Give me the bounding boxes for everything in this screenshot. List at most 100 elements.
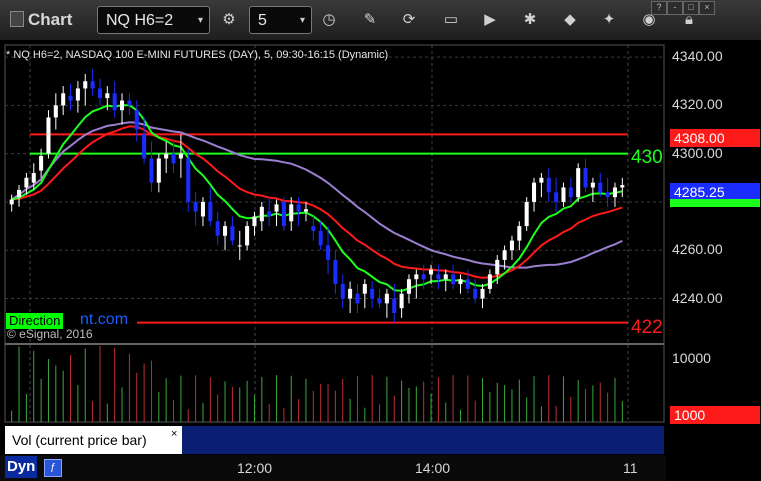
candle-body: [443, 274, 448, 280]
candle-body: [399, 293, 404, 309]
candle-body: [311, 226, 316, 231]
candle-body: [134, 110, 139, 130]
candle-body: [252, 216, 257, 227]
volume-label: Vol (current price bar): [5, 426, 182, 454]
candle-body: [105, 93, 110, 99]
candle-body: [237, 245, 242, 247]
green-line-label: 430: [631, 147, 663, 168]
volume-bars: [11, 346, 623, 422]
candle-body: [370, 288, 375, 299]
candle-body: [296, 204, 301, 212]
candle-body: [53, 105, 58, 118]
candle-body: [267, 211, 272, 217]
candle-body: [605, 192, 610, 198]
candle-body: [598, 182, 603, 193]
candle-body: [377, 298, 382, 304]
time-axis: [0, 455, 666, 481]
candle-body: [200, 201, 205, 217]
candle-body: [230, 226, 235, 241]
y-axis-label: 4340.00: [672, 48, 723, 65]
candle-body: [281, 201, 286, 227]
candle-body: [68, 95, 73, 101]
time-label-1200: 12:00: [237, 460, 273, 476]
candle-body: [156, 158, 161, 183]
candle-body: [392, 298, 397, 314]
candle-body: [495, 259, 500, 275]
chart-header: * NQ H6=2, NASDAQ 100 E-MINI FUTURES (DA…: [6, 49, 389, 61]
candle-body: [83, 81, 88, 89]
plot-frame: [4, 44, 665, 423]
moving-average-fast: [11, 104, 623, 292]
candle-body: [289, 204, 294, 222]
candle-body: [487, 274, 492, 289]
candle-body: [215, 221, 220, 236]
candle-body: [333, 259, 338, 285]
candle-body: [340, 284, 345, 299]
candle-body: [421, 274, 426, 280]
candle-body: [384, 293, 389, 304]
candle-body: [39, 156, 44, 171]
price-chart[interactable]: [0, 0, 761, 481]
candle-body: [612, 187, 617, 198]
candle-body: [414, 274, 419, 280]
candle-body: [509, 240, 514, 251]
volume-y-label: 10000: [672, 350, 711, 366]
candle-body: [473, 288, 478, 299]
candle-body: [127, 100, 132, 106]
candle-body: [193, 201, 198, 212]
candle-body: [458, 279, 463, 285]
candle-body: [24, 177, 29, 188]
candle-body: [223, 226, 228, 236]
candle-body: [112, 93, 117, 111]
candle-body: [590, 182, 595, 188]
candle-body: [90, 81, 95, 89]
candle-body: [517, 226, 522, 241]
y-axis-label: 4300.00: [672, 144, 723, 161]
y-axis-label: 4240.00: [672, 289, 723, 306]
copyright-text: © eSignal, 2016: [7, 327, 93, 341]
candle-body: [178, 153, 183, 159]
candle-body: [465, 279, 470, 289]
candle-body: [576, 168, 581, 198]
candle-body: [406, 279, 411, 294]
dynamic-mode-button[interactable]: Dyn: [5, 456, 38, 478]
candle-body: [539, 177, 544, 183]
time-label-11: 11: [623, 460, 638, 476]
red-line-price-tag: 4308.00: [670, 129, 760, 147]
time-label-1400: 14:00: [415, 460, 451, 476]
red-line-label: 422: [631, 317, 663, 338]
candle-body: [149, 158, 154, 183]
candle-body: [583, 168, 588, 188]
candle-body: [120, 100, 125, 111]
candle-body: [61, 93, 66, 106]
candle-body: [208, 201, 213, 222]
candle-body: [259, 206, 264, 222]
candle-body: [326, 245, 331, 260]
lock-icon[interactable]: ƒ: [44, 459, 62, 477]
candle-body: [17, 189, 22, 198]
candle-body: [355, 293, 360, 304]
indicator-lines: [11, 104, 628, 324]
chart-grid: [4, 44, 665, 423]
candle-body: [142, 134, 147, 159]
close-icon[interactable]: ×: [171, 428, 177, 440]
candle-body: [9, 199, 14, 205]
volume-price-tag: 1000: [670, 406, 760, 424]
y-axis-label: 4260.00: [672, 241, 723, 258]
candle-body: [451, 274, 456, 285]
candle-body: [164, 153, 169, 159]
candle-body: [620, 185, 625, 188]
candle-body: [171, 153, 176, 164]
y-axis-label: 4320.00: [672, 96, 723, 113]
candle-body: [561, 187, 566, 202]
candle-body: [245, 226, 250, 246]
candle-body: [532, 182, 537, 202]
candle-body: [75, 88, 80, 101]
candle-body: [46, 117, 51, 154]
candle-body: [303, 209, 308, 212]
candle-body: [429, 269, 434, 275]
candle-body: [436, 274, 441, 280]
candle-body: [568, 187, 573, 198]
candle-body: [502, 250, 507, 260]
moving-average-slow: [11, 121, 623, 269]
